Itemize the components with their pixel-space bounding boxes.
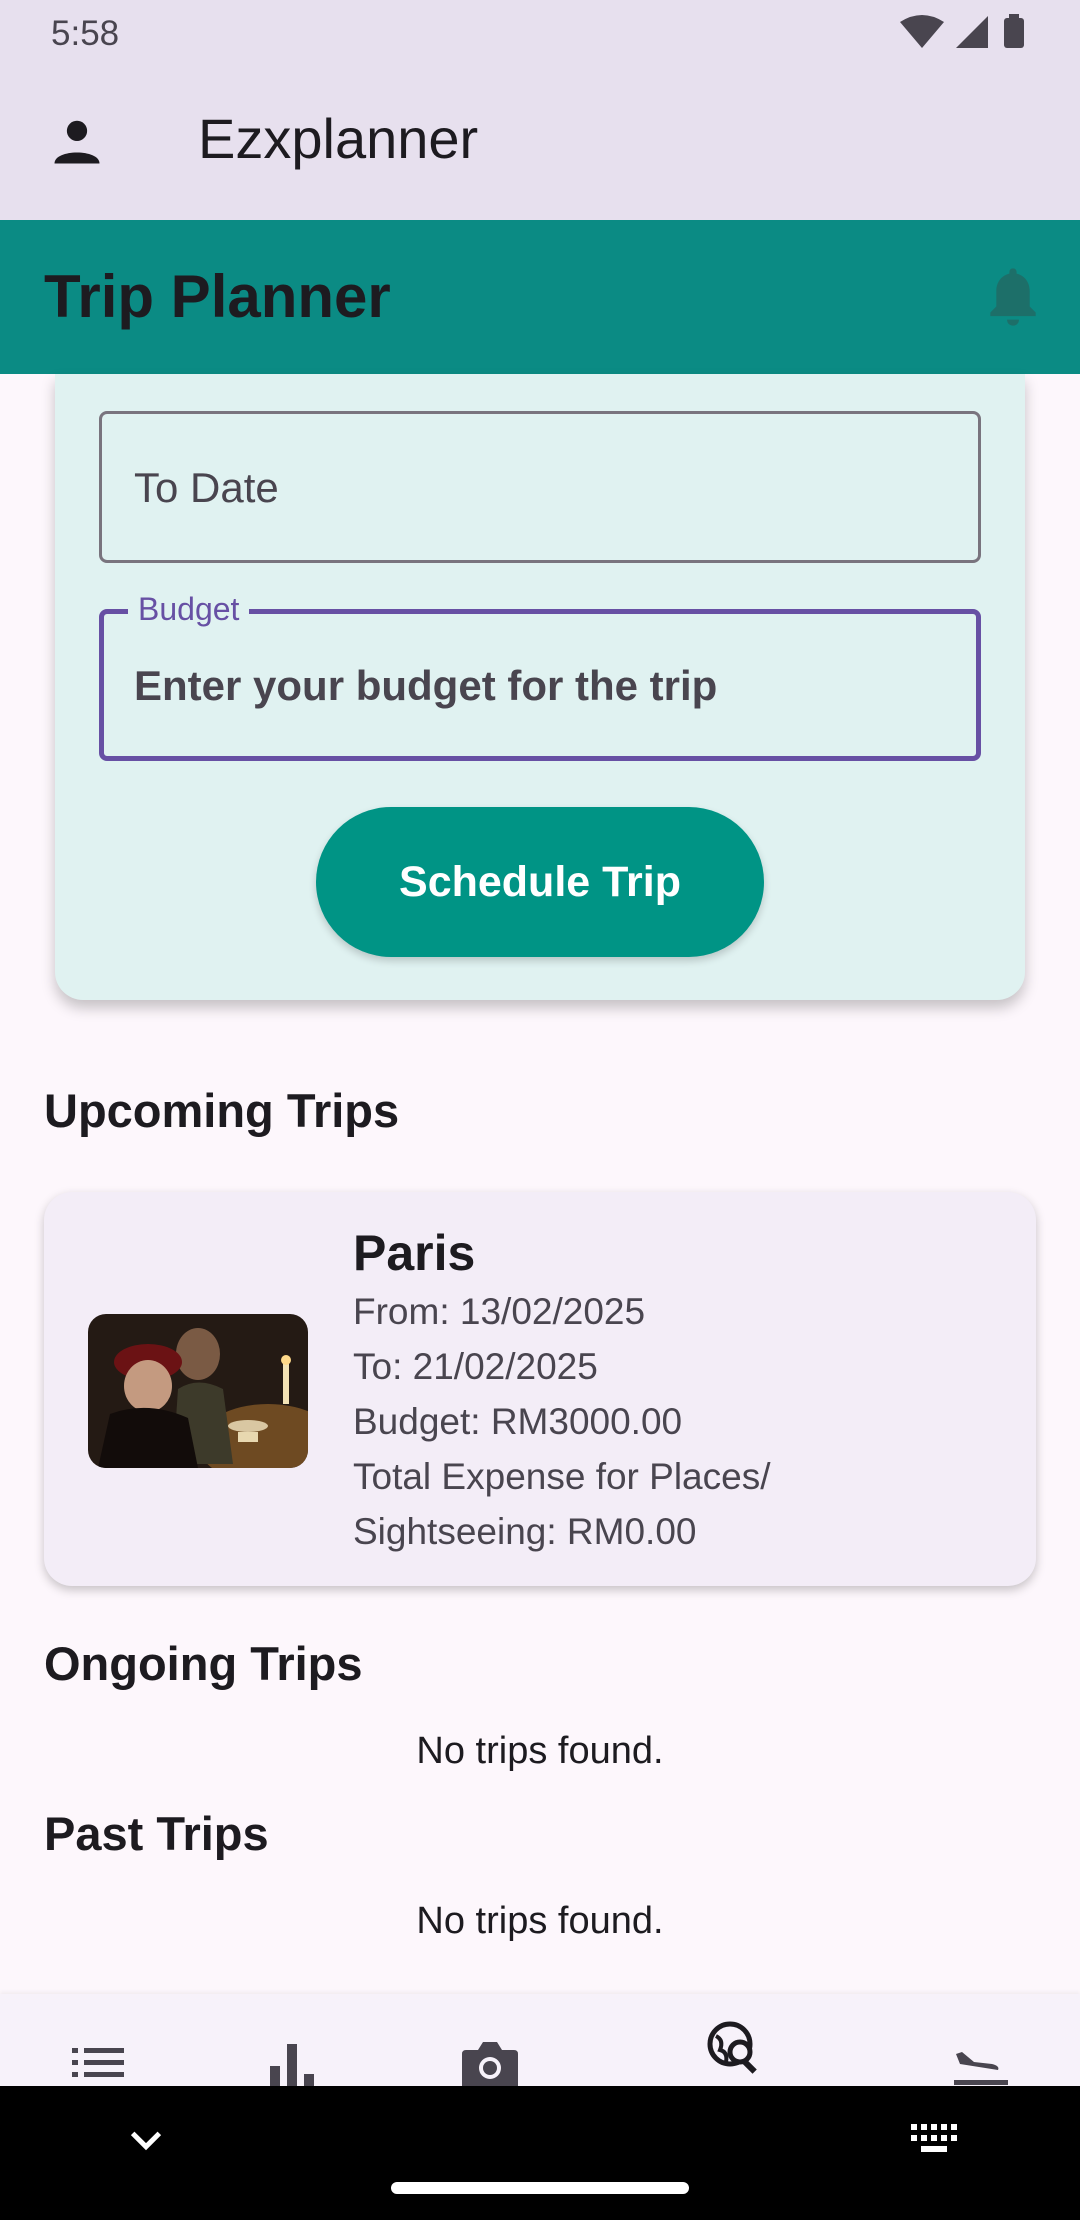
budget-field[interactable]: Budget Enter your budget for the trip [99, 591, 981, 761]
trip-to-date: To: 21/02/2025 [353, 1346, 598, 1387]
wifi-icon [900, 15, 944, 48]
list-icon [72, 2048, 124, 2077]
upcoming-trips-title: Upcoming Trips [44, 1084, 400, 1137]
battery-icon [1004, 18, 1024, 48]
trip-info: Paris From: 13/02/2025 To: 21/02/2025 Bu… [353, 1222, 771, 1559]
budget-placeholder: Enter your budget for the trip [134, 662, 718, 709]
ongoing-trips-title: Ongoing Trips [44, 1637, 363, 1690]
trip-expense-value: Sightseeing: RM0.00 [353, 1511, 697, 1552]
travel-explore-icon [707, 2021, 757, 2074]
bell-icon[interactable] [984, 266, 1042, 328]
person-icon[interactable] [50, 114, 104, 168]
camera-icon [462, 2042, 518, 2086]
trip-image [88, 1314, 308, 1468]
status-bar: 5:58 [0, 0, 1080, 66]
status-icons [900, 14, 1024, 48]
app-bar: Ezxplanner [0, 66, 1080, 220]
past-trips-title: Past Trips [44, 1807, 269, 1860]
schedule-trip-button[interactable]: Schedule Trip [316, 807, 764, 957]
bottom-navigation [0, 1994, 1080, 2086]
nav-list-button[interactable] [38, 1994, 158, 2086]
nav-explore-button[interactable] [676, 1994, 796, 2086]
signal-icon [956, 16, 988, 48]
nav-camera-button[interactable] [430, 1994, 550, 2086]
past-empty-message: No trips found. [416, 1900, 664, 1942]
bar-chart-icon [270, 2044, 314, 2086]
home-handle[interactable] [391, 2182, 689, 2194]
to-date-field[interactable]: To Date [99, 411, 981, 563]
keyboard-icon[interactable] [911, 2124, 959, 2154]
chevron-down-icon[interactable] [126, 2120, 166, 2160]
trip-planner-header: Trip Planner [0, 220, 1080, 374]
trip-budget: Budget: RM3000.00 [353, 1401, 683, 1442]
ongoing-empty-message: No trips found. [416, 1730, 664, 1772]
trip-card[interactable]: Paris From: 13/02/2025 To: 21/02/2025 Bu… [44, 1192, 1036, 1586]
page-title: Trip Planner [44, 263, 391, 330]
nav-flights-button[interactable] [922, 1994, 1042, 2086]
flight-land-icon [954, 2052, 1008, 2085]
status-time: 5:58 [51, 14, 120, 53]
trip-from-date: From: 13/02/2025 [353, 1291, 646, 1332]
trip-form-card: To Date Budget Enter your budget for the… [55, 374, 1025, 1000]
nav-stats-button[interactable] [234, 1994, 354, 2086]
app-title: Ezxplanner [198, 107, 479, 170]
system-navigation-bar [0, 2086, 1080, 2220]
budget-label: Budget [128, 591, 250, 628]
trip-destination: Paris [353, 1225, 476, 1281]
trip-expense-label: Total Expense for Places/ [353, 1456, 771, 1497]
to-date-placeholder: To Date [134, 464, 279, 511]
